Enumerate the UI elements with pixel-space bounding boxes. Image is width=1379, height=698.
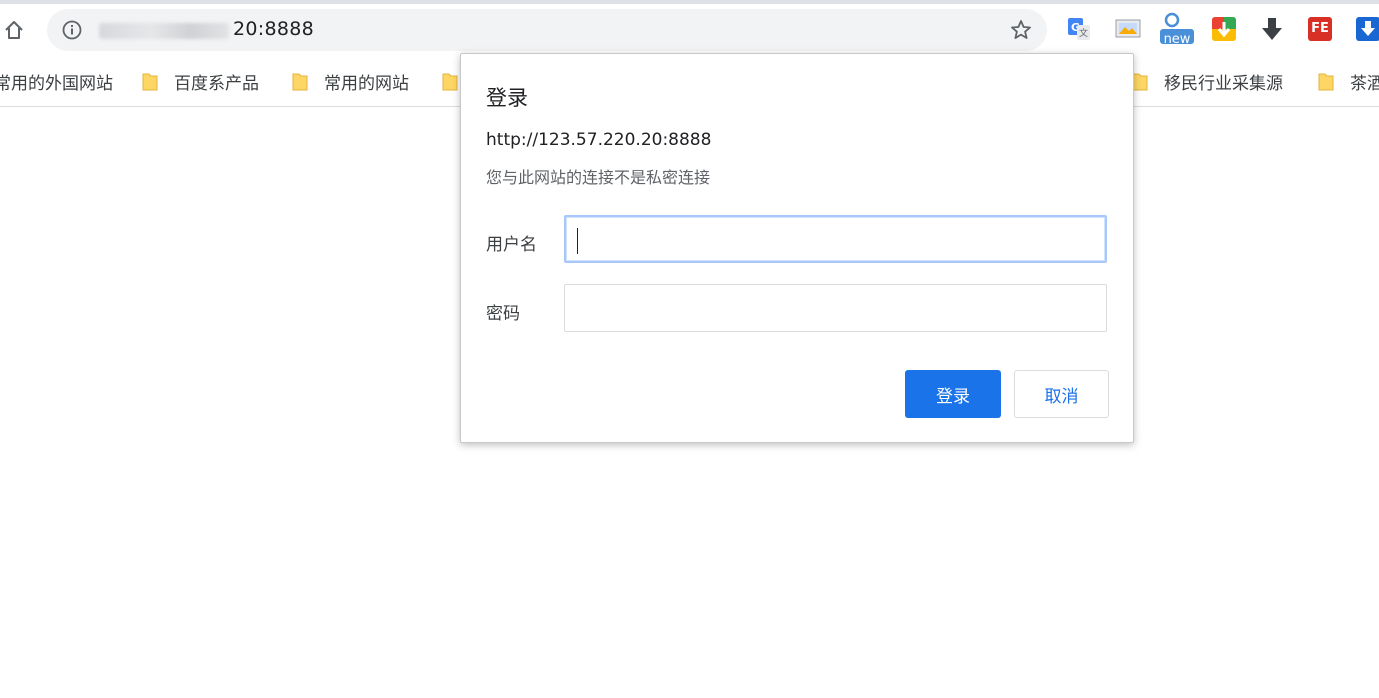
bookmark-label: 常用的网站 xyxy=(324,73,409,94)
bookmark-label: 茶酒 xyxy=(1350,73,1379,94)
bookmark-star-icon[interactable] xyxy=(1009,18,1033,42)
color-download-icon[interactable] xyxy=(1210,15,1238,43)
fe-helper-icon[interactable]: FE xyxy=(1306,15,1334,43)
bookmark-label: 移民行业采集源 xyxy=(1164,73,1283,94)
bookmark-folder-immigration[interactable]: 移民行业采集源 xyxy=(1132,68,1283,94)
password-input[interactable] xyxy=(564,284,1107,332)
google-translate-icon[interactable]: G 文 xyxy=(1065,15,1093,43)
home-icon[interactable] xyxy=(0,14,28,46)
info-icon[interactable] xyxy=(61,19,83,41)
username-label: 用户名 xyxy=(486,235,537,255)
svg-text:文: 文 xyxy=(1079,27,1088,39)
browser-toolbar: 20:8888 G 文 new FE xyxy=(0,0,1379,58)
folder-icon xyxy=(1132,71,1148,91)
password-label: 密码 xyxy=(486,304,520,324)
new-badge-label: new xyxy=(1163,32,1191,47)
tab-strip-edge xyxy=(0,0,1379,4)
insecure-connection-note: 您与此网站的连接不是私密连接 xyxy=(486,168,711,187)
cancel-button[interactable]: 取消 xyxy=(1014,370,1109,418)
blurred-host xyxy=(99,23,229,39)
folder-icon xyxy=(142,71,158,91)
dialog-title: 登录 xyxy=(486,86,528,110)
folder-icon xyxy=(442,71,458,91)
login-button[interactable]: 登录 xyxy=(905,370,1001,418)
blue-download-icon[interactable] xyxy=(1354,15,1379,43)
bookmark-label: 百度系产品 xyxy=(174,73,259,94)
image-tool-icon[interactable] xyxy=(1114,15,1142,43)
dialog-url: http://123.57.220.20:8888 xyxy=(486,130,712,150)
folder-icon xyxy=(292,71,308,91)
bookmark-folder-baidu[interactable]: 百度系产品 xyxy=(142,68,259,94)
new-badge-extension-icon[interactable]: new xyxy=(1160,12,1194,47)
address-bar[interactable]: 20:8888 xyxy=(47,9,1047,51)
dark-download-icon[interactable] xyxy=(1258,15,1286,43)
fe-helper-label: FE xyxy=(1311,21,1329,36)
bookmark-folder-foreign-sites[interactable]: 常用的外国网站 xyxy=(0,68,113,94)
text-caret xyxy=(577,228,578,254)
auth-dialog: 登录 http://123.57.220.20:8888 您与此网站的连接不是私… xyxy=(460,53,1134,443)
username-input[interactable] xyxy=(564,215,1107,263)
bookmark-label: 常用的外国网站 xyxy=(0,73,113,94)
bookmark-folder-common-sites[interactable]: 常用的网站 xyxy=(292,68,409,94)
address-text[interactable]: 20:8888 xyxy=(233,18,314,40)
bookmark-folder-tea-wine[interactable]: 茶酒 xyxy=(1318,68,1379,94)
folder-icon xyxy=(1318,71,1334,91)
